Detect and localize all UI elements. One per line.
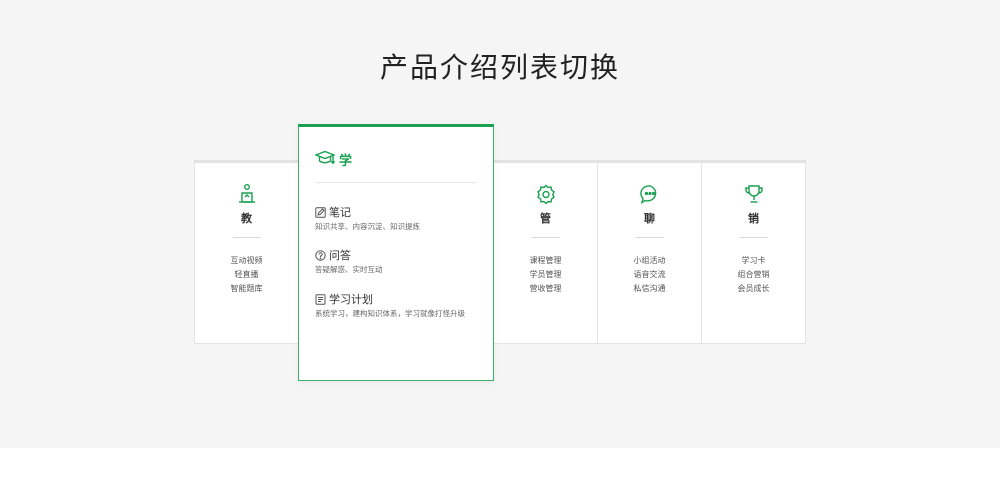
- card-feature: 组合营销: [737, 270, 770, 279]
- gear-icon: [536, 184, 555, 205]
- section-title: 问答: [329, 249, 351, 262]
- section-description: 系统学习，建构知识体系，学习就像打怪升级: [315, 309, 465, 318]
- card-feature: 轻直播: [234, 270, 259, 279]
- card-feature: 私信沟通: [633, 284, 666, 293]
- card-name: 教: [241, 212, 252, 225]
- active-card-divider: [315, 182, 477, 183]
- section-title: 学习计划: [329, 293, 373, 306]
- card-name: 聊: [644, 212, 655, 225]
- product-card-guan[interactable]: 管 课程管理 学员管理 营收管理: [493, 160, 598, 344]
- section-title: 笔记: [329, 206, 351, 219]
- question-icon: [315, 249, 326, 261]
- lectern-icon: [238, 184, 255, 203]
- card-feature: 学员管理: [529, 270, 562, 279]
- product-card-liao[interactable]: 聊 小组活动 语音交流 私信沟通: [598, 160, 702, 344]
- plan-icon: [315, 293, 326, 305]
- card-divider: [739, 237, 768, 238]
- section-notes[interactable]: 笔记 知识共享、内容沉淀、知识提炼: [315, 205, 485, 232]
- card-name: 管: [540, 212, 551, 225]
- section-description: 知识共享、内容沉淀、知识提炼: [315, 222, 420, 231]
- card-name: 销: [748, 212, 759, 225]
- card-divider: [635, 237, 664, 238]
- graduation-cap-icon: [315, 150, 335, 164]
- card-feature: 小组活动: [633, 256, 666, 265]
- card-feature: 学习卡: [741, 256, 766, 265]
- card-feature: 互动视频: [230, 256, 263, 265]
- card-feature: 智能题库: [230, 284, 263, 293]
- note-icon: [315, 206, 326, 218]
- card-divider: [232, 237, 261, 238]
- active-card-header: 学: [315, 149, 352, 169]
- card-feature: 课程管理: [529, 256, 562, 265]
- card-divider: [531, 237, 560, 238]
- card-feature: 会员成长: [737, 284, 770, 293]
- chat-bubble-icon: [639, 185, 656, 205]
- product-card-jiao[interactable]: 教 互动视频 轻直播 智能题库: [194, 160, 299, 344]
- product-card-xue-active[interactable]: 学 笔记 知识共享、内容沉淀、知识提炼 问答 答疑解惑、实时互动 学习计划 系统…: [298, 124, 494, 381]
- section-qa[interactable]: 问答 答疑解惑、实时互动: [315, 248, 485, 275]
- section-description: 答疑解惑、实时互动: [315, 265, 383, 274]
- active-card-name: 学: [339, 153, 353, 169]
- page-title: 产品介绍列表切换: [379, 51, 620, 84]
- section-study-plan[interactable]: 学习计划 系统学习，建构知识体系，学习就像打怪升级: [315, 292, 485, 319]
- trophy-icon: [744, 185, 763, 203]
- card-feature: 营收管理: [529, 284, 562, 293]
- product-card-xiao[interactable]: 销 学习卡 组合营销 会员成长: [702, 160, 806, 344]
- card-feature: 语音交流: [633, 270, 666, 279]
